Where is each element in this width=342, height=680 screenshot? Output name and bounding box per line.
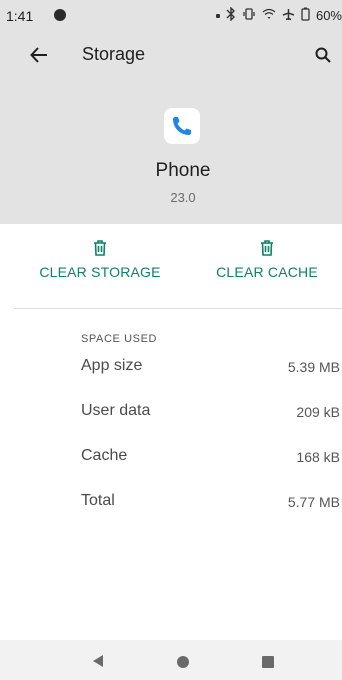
- toolbar: Storage: [0, 34, 342, 78]
- navigation-bar: [0, 640, 342, 680]
- storage-screen: 1:41 60% Storage Phone 23.0 CLEAR STORAG…: [0, 0, 342, 680]
- total-label: Total: [81, 492, 115, 509]
- nav-home-icon[interactable]: [177, 656, 189, 668]
- user-data-value: 209 kB: [296, 404, 340, 420]
- app-size-label: App size: [81, 357, 143, 374]
- clear-storage-button[interactable]: CLEAR STORAGE: [38, 240, 162, 280]
- battery-icon: [301, 7, 310, 24]
- clear-storage-label: CLEAR STORAGE: [39, 264, 161, 280]
- app-size-row: App size 5.39 MB: [81, 357, 342, 385]
- vibrate-icon: [242, 8, 256, 23]
- airplane-icon: [282, 8, 295, 24]
- status-icons: 60%: [215, 6, 342, 24]
- total-value: 5.77 MB: [287, 494, 340, 510]
- clear-cache-label: CLEAR CACHE: [216, 264, 318, 280]
- app-icon: [164, 108, 200, 144]
- page-title: Storage: [82, 44, 146, 64]
- status-bar: 1:41 60%: [0, 0, 342, 34]
- user-data-label: User data: [81, 402, 151, 419]
- back-arrow-icon: [30, 47, 47, 63]
- nav-recents-icon[interactable]: [262, 656, 274, 668]
- cache-label: Cache: [81, 447, 128, 464]
- search-icon: [315, 47, 331, 63]
- total-row: Total 5.77 MB: [81, 492, 342, 520]
- user-data-row: User data 209 kB: [81, 402, 342, 430]
- app-size-value: 5.39 MB: [287, 359, 340, 375]
- nav-back-icon[interactable]: [92, 654, 104, 673]
- storage-actions: CLEAR STORAGE CLEAR CACHE: [0, 224, 342, 308]
- notification-dot-icon: [215, 13, 220, 18]
- cache-value: 168 kB: [296, 449, 340, 465]
- trash-icon: [261, 240, 273, 256]
- space-used-header: SPACE USED: [81, 333, 158, 345]
- app-version: 23.0: [170, 190, 196, 205]
- search-button[interactable]: [310, 42, 336, 68]
- section-divider: [14, 308, 342, 309]
- cache-row: Cache 168 kB: [81, 447, 342, 475]
- trash-icon: [94, 240, 106, 256]
- app-header: 1:41 60% Storage Phone 23.0: [0, 0, 342, 224]
- phone-icon: [173, 117, 191, 135]
- back-button[interactable]: [26, 42, 52, 68]
- status-notification-icon: [54, 9, 66, 21]
- bluetooth-icon: [226, 6, 236, 24]
- battery-percent: 60%: [315, 8, 342, 23]
- clear-cache-button[interactable]: CLEAR CACHE: [208, 240, 326, 280]
- app-name: Phone: [155, 160, 211, 181]
- status-time: 1:41: [6, 8, 34, 24]
- wifi-icon: [262, 8, 276, 23]
